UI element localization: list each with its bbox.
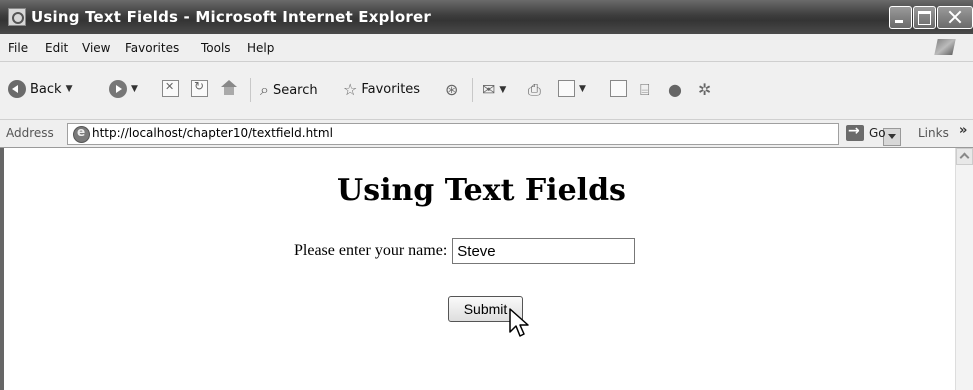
refresh-button[interactable]	[191, 79, 208, 97]
page-title: Using Text Fields	[337, 173, 626, 208]
scroll-up-button[interactable]	[956, 148, 973, 165]
links-button[interactable]: Links	[918, 126, 949, 140]
mail-button[interactable]: ✉ ▼	[482, 80, 506, 99]
discuss-button[interactable]	[610, 80, 627, 97]
home-icon	[220, 80, 238, 96]
favorites-button[interactable]: ☆ Favorites	[343, 80, 420, 99]
menu-help[interactable]: Help	[247, 41, 274, 55]
address-field[interactable]	[67, 123, 901, 146]
address-bar: Address Go Links »	[0, 120, 973, 148]
back-label: Back	[30, 81, 62, 97]
print-button[interactable]: ⎙	[528, 80, 541, 100]
extra-tool-button[interactable]: ✲	[698, 80, 711, 99]
messenger-button[interactable]: ●	[668, 80, 682, 99]
home-button[interactable]	[220, 80, 238, 96]
go-label: Go	[869, 126, 886, 140]
close-button[interactable]	[937, 6, 973, 29]
ie-page-icon	[73, 125, 90, 143]
name-field-label: Please enter your name:	[294, 242, 448, 259]
toolbar-separator	[250, 78, 251, 102]
stop-icon	[162, 80, 179, 97]
name-form-row: Please enter your name:	[294, 238, 636, 264]
page-viewport: Using Text Fields Please enter your name…	[0, 148, 955, 390]
menu-favorites[interactable]: Favorites	[125, 41, 179, 55]
history-icon: ⊛	[445, 80, 459, 99]
back-dropdown-icon[interactable]: ▼	[66, 84, 73, 94]
search-icon: ⌕	[260, 80, 269, 99]
mail-icon: ✉	[482, 80, 496, 99]
url-input[interactable]	[92, 126, 792, 140]
word-edit-icon	[558, 80, 575, 97]
forward-arrow-icon	[109, 80, 127, 98]
ie-page-icon	[8, 8, 26, 26]
messenger-icon: ●	[668, 80, 682, 99]
forward-dropdown-icon[interactable]: ▼	[131, 84, 138, 94]
tool-icon: ✲	[698, 80, 712, 99]
standard-toolbar: Back ▼ ▼ ⌕ Search ☆ Favorites ⊛ ✉	[0, 62, 973, 120]
back-arrow-icon	[8, 80, 26, 98]
menu-file[interactable]: File	[8, 41, 28, 55]
maximize-button[interactable]	[913, 6, 936, 29]
search-label: Search	[272, 82, 318, 98]
links-chevron-icon[interactable]: »	[959, 123, 967, 138]
go-arrow-icon	[846, 123, 864, 141]
menu-edit[interactable]: Edit	[45, 41, 68, 55]
print-icon: ⎙	[528, 80, 541, 99]
window-title: Using Text Fields - Microsoft Internet E…	[31, 8, 431, 26]
minimize-button[interactable]	[889, 6, 912, 29]
toolbar-separator	[472, 78, 473, 102]
mouse-cursor-icon	[509, 308, 529, 337]
edit-button[interactable]: ▼	[558, 80, 586, 97]
history-button[interactable]: ⊛	[445, 80, 458, 99]
forward-button[interactable]: ▼	[109, 80, 138, 98]
star-icon: ☆	[343, 80, 358, 99]
name-input[interactable]	[452, 238, 636, 264]
research-icon: ⌸	[640, 80, 650, 99]
favorites-label: Favorites	[361, 82, 421, 97]
stop-button[interactable]	[162, 80, 179, 97]
back-button[interactable]: Back ▼	[8, 80, 72, 98]
menu-tools[interactable]: Tools	[201, 41, 231, 55]
menu-bar: File Edit View Favorites Tools Help	[0, 34, 973, 62]
menu-view[interactable]: View	[82, 41, 110, 55]
address-label: Address	[6, 126, 54, 140]
windows-logo-icon	[928, 37, 968, 59]
refresh-icon	[191, 79, 208, 97]
title-bar[interactable]: Using Text Fields - Microsoft Internet E…	[0, 0, 973, 34]
search-button[interactable]: ⌕ Search	[260, 80, 318, 100]
browser-window: Using Text Fields - Microsoft Internet E…	[0, 0, 973, 390]
mail-dropdown-icon[interactable]: ▼	[499, 85, 506, 95]
vertical-scrollbar[interactable]	[955, 148, 973, 390]
discuss-icon	[610, 80, 627, 97]
address-dropdown-icon[interactable]	[883, 128, 901, 146]
go-button[interactable]: Go	[846, 123, 886, 141]
edit-dropdown-icon[interactable]: ▼	[579, 84, 586, 94]
research-button[interactable]: ⌸	[640, 80, 650, 100]
